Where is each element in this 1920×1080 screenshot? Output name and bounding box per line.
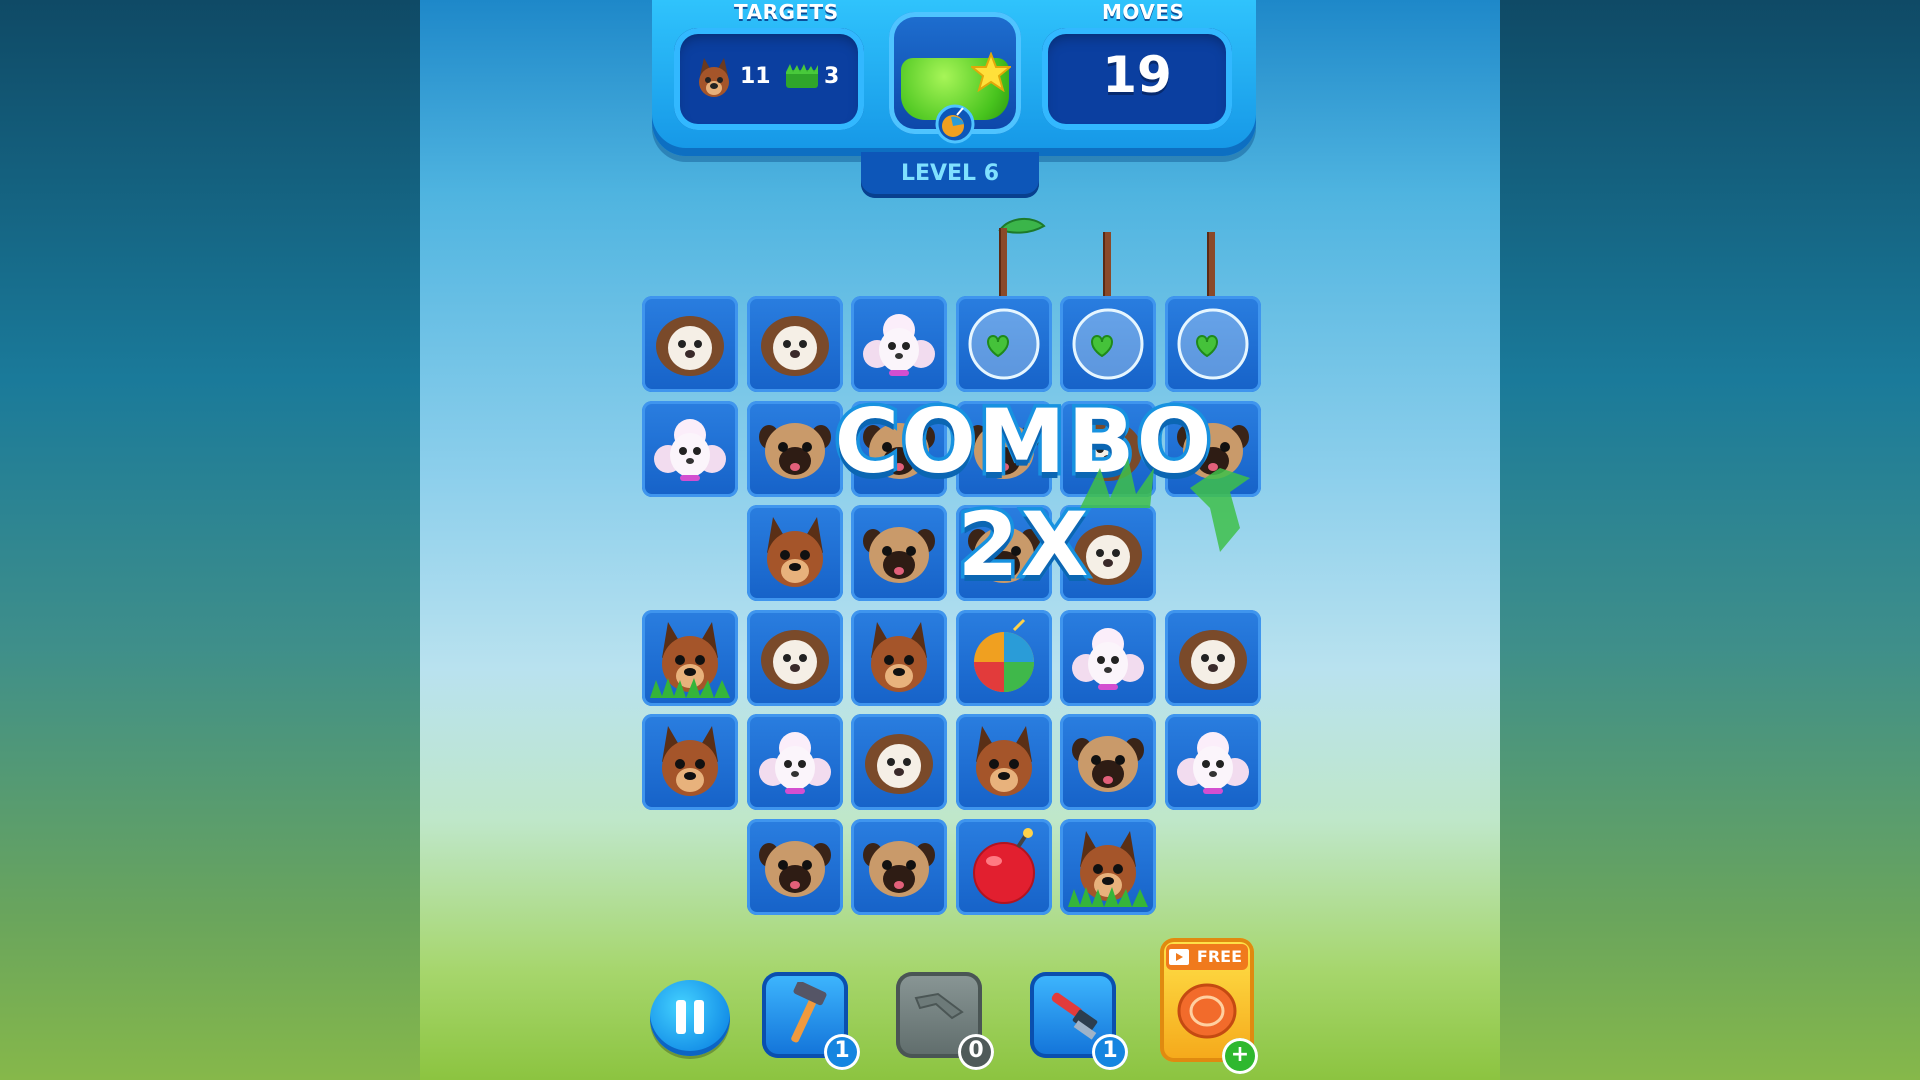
video-icon <box>1169 949 1189 965</box>
shepherd-tile[interactable] <box>851 609 947 706</box>
hammer-count-badge: 1 <box>824 1034 860 1070</box>
bubble-icon <box>1177 308 1248 380</box>
shepherd-tile[interactable] <box>642 714 738 810</box>
grass-splash-effect <box>1080 458 1250 552</box>
boomerang-booster-button[interactable]: 0 <box>896 972 994 1070</box>
frisbee-icon <box>1177 983 1237 1039</box>
pug-tile[interactable] <box>1060 714 1156 810</box>
shepherd-tile[interactable] <box>1060 818 1156 915</box>
shih-tzu-tile[interactable] <box>642 296 738 392</box>
bubble-tile[interactable] <box>1164 296 1261 392</box>
pug-icon <box>1072 736 1144 792</box>
shepherd-icon <box>662 726 718 796</box>
shihtzu-icon <box>865 734 933 794</box>
shepherd-icon <box>975 726 1032 796</box>
hammer-booster-button[interactable]: 1 <box>762 972 860 1070</box>
beachball-tile[interactable] <box>955 609 1052 706</box>
poodle-tile[interactable] <box>1060 609 1156 706</box>
poodle-icon <box>758 732 831 794</box>
bomb-icon <box>972 827 1035 904</box>
brush-icon <box>1051 992 1098 1040</box>
right-background-panel <box>1500 0 1920 1080</box>
shepherd-icon <box>871 621 927 692</box>
bomb-tile[interactable] <box>955 818 1052 915</box>
shih-tzu-tile[interactable] <box>851 714 947 810</box>
pug-tile[interactable] <box>746 818 843 915</box>
shihtzu-icon <box>1178 629 1247 690</box>
bubble-icon <box>968 308 1039 380</box>
pug-icon <box>863 840 935 897</box>
shihtzu-icon <box>760 629 829 690</box>
game-screen: TARGETS MOVES 11 3 19 LEVEL 6 COMBO 2X 1… <box>420 0 1500 1080</box>
poodle-icon <box>654 418 726 481</box>
poodle-tile[interactable] <box>851 296 947 392</box>
shih-tzu-tile[interactable] <box>746 296 843 392</box>
pause-bar <box>676 1000 686 1034</box>
bubble-icon <box>1072 308 1144 380</box>
shepherd-icon <box>1068 830 1148 907</box>
bubble-tile[interactable] <box>955 296 1052 392</box>
poodle-tile[interactable] <box>1164 714 1261 810</box>
brush-booster-button[interactable]: 1 <box>1030 972 1128 1070</box>
shepherd-tile[interactable] <box>955 714 1052 810</box>
shihtzu-icon <box>760 316 829 376</box>
poodle-icon <box>1176 732 1249 794</box>
boomerang-icon <box>914 992 964 1020</box>
left-background-panel <box>0 0 420 1080</box>
shih-tzu-tile[interactable] <box>746 609 843 706</box>
pause-button[interactable] <box>650 980 730 1056</box>
poodle-icon <box>1072 627 1144 690</box>
pug-icon <box>758 840 831 897</box>
hammer-icon <box>791 982 827 1043</box>
add-booster-badge[interactable]: + <box>1222 1038 1258 1074</box>
frisbee-booster-button[interactable]: FREE + <box>1160 938 1258 1074</box>
pause-bar <box>694 1000 704 1034</box>
pug-tile[interactable] <box>851 818 947 915</box>
shihtzu-icon <box>656 316 724 376</box>
boomerang-count-badge: 0 <box>958 1034 994 1070</box>
shepherd-icon <box>650 621 730 698</box>
poodle-tile[interactable] <box>642 400 738 497</box>
shepherd-tile[interactable] <box>642 609 738 706</box>
shih-tzu-tile[interactable] <box>1164 609 1261 706</box>
beachball-icon <box>973 618 1034 692</box>
brush-count-badge: 1 <box>1092 1034 1128 1070</box>
bubble-tile[interactable] <box>1060 296 1156 392</box>
poodle-tile[interactable] <box>746 714 843 810</box>
poodle-icon <box>863 314 935 376</box>
